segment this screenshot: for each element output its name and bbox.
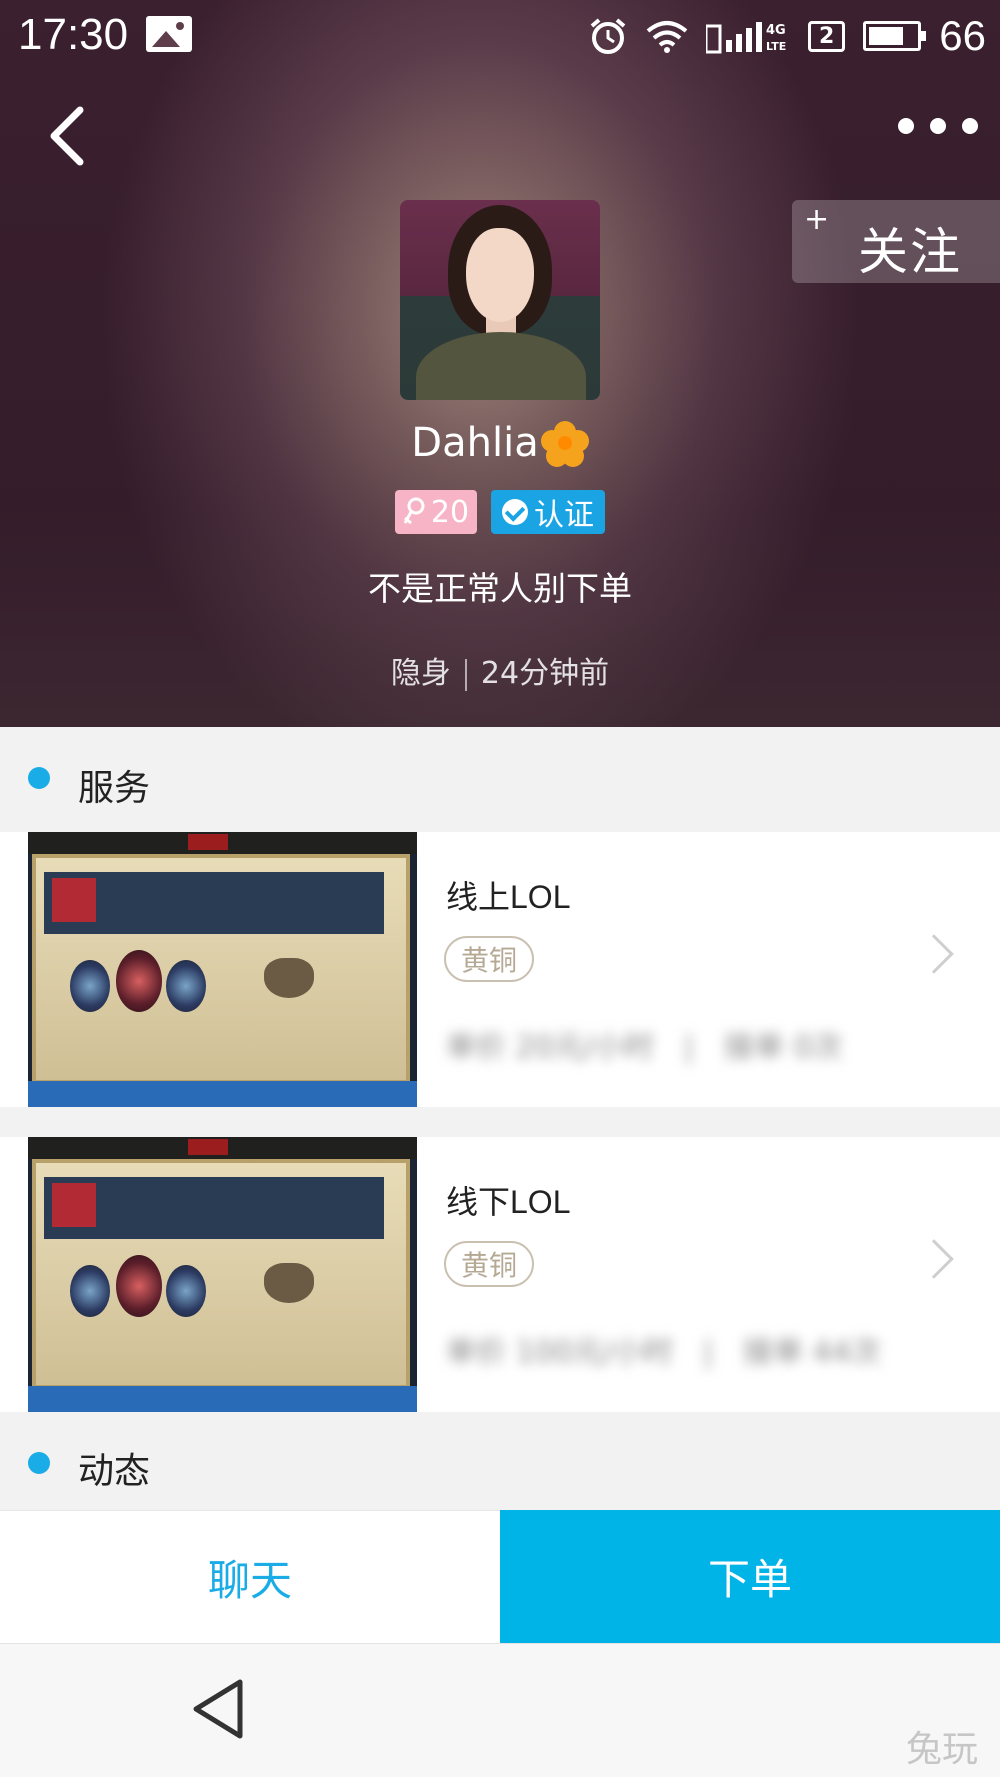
alarm-icon [590, 18, 626, 54]
last-active: 24分钟前 [480, 656, 610, 691]
more-dot-icon [898, 118, 914, 134]
section-dot-icon [28, 767, 50, 789]
svg-text:4G: 4G [766, 23, 786, 38]
svg-text:LTE: LTE [766, 40, 786, 53]
section-title: 服务 [78, 768, 151, 809]
gallery-notification-icon [146, 16, 192, 52]
status-bar: 17:30 4G LTE 2 66 [0, 0, 1000, 72]
rank-tag: 黄铜 [444, 936, 534, 982]
service-price: 单价 20元/小时 [446, 1030, 654, 1065]
follow-label: 关注 [858, 223, 962, 281]
service-thumbnail [28, 832, 417, 1107]
service-title: 线上LOL [446, 879, 571, 915]
battery-icon [863, 21, 927, 51]
badge-row: 20 认证 [0, 490, 1000, 534]
profile-header: 17:30 4G LTE 2 66 + 关注 Dahlia 20 认证 不是正常… [0, 0, 1000, 727]
service-card[interactable]: 线下LOL 黄铜 单价 100元/小时 | 接单 44次 [0, 1137, 1000, 1412]
wifi-icon [646, 21, 688, 53]
profile-screen: 17:30 4G LTE 2 66 + 关注 Dahlia 20 认证 不是正常… [0, 0, 1000, 1777]
user-name: Dahlia [411, 420, 539, 466]
status-icons: 4G LTE 2 66 [588, 12, 986, 60]
back-button[interactable] [40, 102, 96, 170]
chevron-right-icon [914, 934, 954, 974]
more-options-button[interactable] [898, 118, 978, 134]
section-dot-icon [28, 1452, 50, 1474]
action-bar: 聊天 下单 [0, 1510, 1000, 1643]
signal-icon: 4G LTE [705, 22, 786, 54]
battery-level: 66 [939, 12, 986, 59]
flower-icon [540, 421, 589, 469]
female-icon [403, 497, 425, 525]
service-meta: 单价 20元/小时 | 接单 0次 [446, 1030, 843, 1065]
online-status: 隐身 24分钟前 [0, 648, 1000, 692]
nav-back-icon[interactable] [188, 1676, 248, 1742]
chat-button[interactable]: 聊天 [0, 1510, 500, 1643]
service-orders: 接单 44次 [743, 1335, 881, 1370]
service-orders: 接单 0次 [723, 1030, 843, 1065]
divider [464, 658, 467, 691]
service-meta: 单价 100元/小时 | 接单 44次 [446, 1335, 881, 1370]
check-icon [502, 499, 528, 525]
watermark: 兔玩 [905, 1729, 978, 1770]
age-badge: 20 [395, 490, 477, 534]
service-price: 单价 100元/小时 [446, 1335, 673, 1370]
plus-icon: + [804, 202, 830, 237]
verified-badge: 认证 [491, 490, 605, 534]
moments-section-header[interactable]: 动态 [0, 1416, 1000, 1510]
service-title: 线下LOL [446, 1184, 571, 1220]
system-navigation-bar: 兔玩 [0, 1643, 1000, 1777]
order-button[interactable]: 下单 [500, 1510, 1000, 1643]
service-thumbnail [28, 1137, 417, 1412]
sim-slot-badge: 2 [807, 20, 846, 52]
user-bio: 不是正常人别下单 [368, 569, 632, 608]
user-name-row: Dahlia [0, 420, 1000, 469]
age-value: 20 [430, 494, 470, 530]
chevron-right-icon [914, 1239, 954, 1279]
rank-tag: 黄铜 [444, 1241, 534, 1287]
services-section-header: 服务 [0, 727, 1000, 832]
status-time: 17:30 [18, 10, 129, 59]
follow-button[interactable]: + 关注 [792, 200, 1000, 283]
presence-status: 隐身 [390, 656, 451, 691]
section-title: 动态 [78, 1451, 151, 1492]
service-card[interactable]: 线上LOL 黄铜 单价 20元/小时 | 接单 0次 [0, 832, 1000, 1107]
more-dot-icon [962, 118, 978, 134]
verified-label: 认证 [534, 498, 594, 533]
more-dot-icon [930, 118, 946, 134]
avatar[interactable] [400, 200, 600, 400]
